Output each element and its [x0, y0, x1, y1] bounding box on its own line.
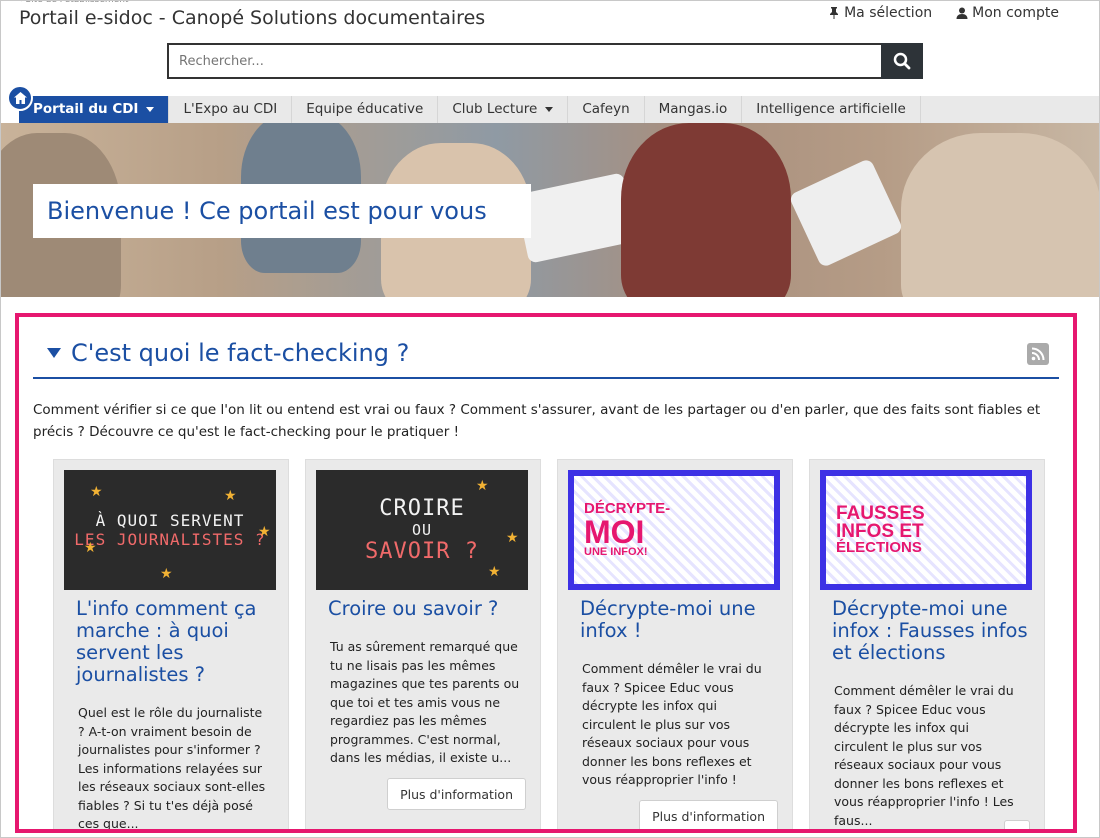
main-nav: Portail du CDI L'Expo au CDI Equipe éduc…	[19, 96, 1099, 123]
tab-cafeyn[interactable]: Cafeyn	[568, 96, 645, 123]
card-title[interactable]: Décrypte-moi une infox !	[580, 598, 780, 642]
resource-card[interactable]: DÉCRYPTE- MOI UNE INFOX! Décrypte-moi un…	[557, 459, 793, 829]
chevron-down-icon	[545, 107, 554, 112]
card-summary: Quel est le rôle du journaliste ? A-t-on…	[78, 705, 266, 831]
tab-expo-au-cdi[interactable]: L'Expo au CDI	[169, 96, 293, 123]
card-summary: Comment démêler le vrai du faux ? Spicee…	[582, 661, 762, 787]
tab-portail-du-cdi[interactable]: Portail du CDI	[19, 96, 170, 123]
thumb-line: SAVOIR ?	[365, 539, 479, 564]
my-account-label: Mon compte	[972, 5, 1059, 21]
pin-icon	[830, 7, 839, 19]
search-input[interactable]	[167, 43, 881, 79]
thumb-line: À QUOI SERVENT	[95, 511, 245, 530]
portal-title[interactable]: Portail e-sidoc - Canopé Solutions docum…	[19, 7, 485, 29]
search-icon	[893, 52, 911, 70]
thumb-line: MOI	[584, 513, 645, 550]
thumb-line: LES JOURNALISTES ?	[74, 530, 266, 549]
card-thumbnail: DÉCRYPTE- MOI UNE INFOX!	[568, 470, 780, 590]
card-title[interactable]: Décrypte-moi une infox : Fausses infos e…	[832, 598, 1032, 664]
tab-label: Cafeyn	[582, 101, 630, 117]
tab-equipe-educative[interactable]: Equipe éducative	[292, 96, 439, 123]
tab-label: Portail du CDI	[33, 101, 139, 117]
card-list: ★ ★ ★ ★ ★ À QUOI SERVENT LES JOURNALISTE…	[53, 459, 1045, 831]
top-links: Ma sélection Mon compte	[828, 5, 1059, 21]
resource-card[interactable]: FAUSSES INFOS ET ÉLECTIONS Décrypte-moi …	[809, 459, 1045, 829]
tab-label: Intelligence artificielle	[756, 101, 906, 117]
resource-card[interactable]: ★ ★ ★ ★ ★ À QUOI SERVENT LES JOURNALISTE…	[53, 459, 289, 831]
card-thumbnail: ★ ★ ★ CROIRE OU SAVOIR ?	[316, 470, 528, 590]
section-divider	[33, 377, 1059, 379]
tab-club-lecture[interactable]: Club Lecture	[438, 96, 569, 123]
crumb-text: ‹ Site de l'établissement	[19, 0, 129, 5]
home-icon	[13, 92, 27, 104]
collapse-triangle-icon	[47, 348, 61, 358]
card-thumbnail: ★ ★ ★ ★ ★ À QUOI SERVENT LES JOURNALISTE…	[64, 470, 276, 590]
my-selection-label: Ma sélection	[844, 5, 933, 21]
my-selection-link[interactable]: Ma sélection	[828, 5, 932, 21]
card-title[interactable]: L'info comment ça marche : à quoi serven…	[76, 598, 276, 686]
section-title-text: C'est quoi le fact-checking ?	[71, 339, 410, 367]
welcome-heading: Bienvenue ! Ce portail est pour vous	[33, 184, 531, 238]
thumb-line: UNE INFOX!	[584, 546, 648, 559]
browser-page: ‹ Site de l'établissement Portail e-sido…	[0, 0, 1100, 838]
tab-label: Club Lecture	[452, 101, 538, 117]
section-description: Comment vérifier si ce que l'on lit ou e…	[33, 402, 1041, 440]
more-info-button[interactable]	[1004, 820, 1030, 829]
card-thumbnail: FAUSSES INFOS ET ÉLECTIONS	[820, 470, 1032, 590]
thumb-line: ÉLECTIONS	[836, 538, 922, 556]
thumb-line: CROIRE	[379, 496, 465, 521]
user-icon	[956, 7, 968, 19]
card-summary: Tu as sûrement remarqué que tu ne lisais…	[330, 639, 520, 765]
search-button[interactable]	[881, 43, 923, 79]
thumb-line: OU	[411, 521, 433, 539]
card-title[interactable]: Croire ou savoir ?	[328, 598, 528, 620]
card-summary: Comment démêler le vrai du faux ? Spicee…	[834, 683, 1014, 828]
home-button[interactable]	[7, 85, 33, 111]
fact-checking-section: C'est quoi le fact-checking ? Comment vé…	[15, 313, 1077, 833]
tab-mangas-io[interactable]: Mangas.io	[644, 96, 743, 123]
tab-intelligence-artificielle[interactable]: Intelligence artificielle	[742, 96, 921, 123]
search-bar	[167, 43, 923, 79]
my-account-link[interactable]: Mon compte	[956, 5, 1059, 21]
resource-card[interactable]: ★ ★ ★ CROIRE OU SAVOIR ? Croire ou savoi…	[305, 459, 541, 829]
tab-label: Mangas.io	[658, 101, 728, 117]
tab-label: L'Expo au CDI	[183, 101, 278, 117]
more-info-button[interactable]: Plus d'information	[639, 800, 778, 829]
tab-label: Equipe éducative	[306, 101, 424, 117]
rss-icon[interactable]	[1027, 343, 1049, 365]
section-title[interactable]: C'est quoi le fact-checking ?	[47, 339, 409, 367]
more-info-button[interactable]: Plus d'information	[387, 778, 526, 810]
chevron-down-icon	[146, 107, 155, 112]
